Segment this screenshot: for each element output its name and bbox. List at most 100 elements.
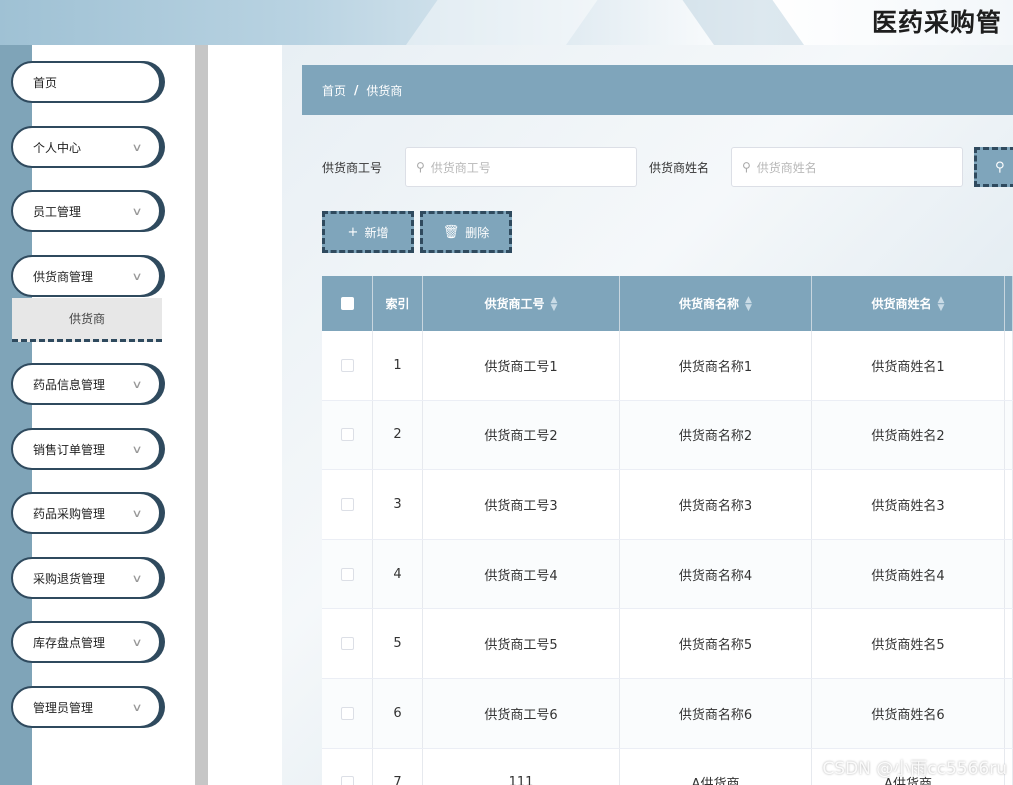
column-header-supplier-name[interactable]: 供货商姓名 ▲ ▼ xyxy=(812,276,1005,331)
cell-supplier-name: 供货商姓名4 xyxy=(812,539,1005,609)
table-row[interactable]: 2 供货商工号2 供货商名称2 供货商姓名2 xyxy=(322,400,1013,471)
chevron-down-icon[interactable]: ∨ xyxy=(131,507,142,520)
cell-overflow xyxy=(1005,470,1013,539)
chevron-down-icon[interactable]: ∨ xyxy=(131,270,142,283)
chevron-down-icon[interactable]: ∨ xyxy=(131,378,142,391)
row-select-cell[interactable] xyxy=(322,748,373,785)
column-header-supplier-id[interactable]: 供货商工号 ▲ ▼ xyxy=(423,276,620,331)
cell-overflow xyxy=(1005,609,1013,678)
search-row: 供货商工号 ⚲ 供货商工号 供货商姓名 ⚲ 供货商姓名 ⚲ xyxy=(322,147,1013,187)
sort-icon[interactable]: ▲ ▼ xyxy=(551,295,558,312)
cell-index: 4 xyxy=(373,539,423,609)
table-row[interactable]: 6 供货商工号6 供货商名称6 供货商姓名6 xyxy=(322,678,1013,749)
chevron-down-icon[interactable]: ∨ xyxy=(131,141,142,154)
cell-supplier-name: 供货商姓名3 xyxy=(812,470,1005,539)
sidebar-item-label: 药品采购管理 xyxy=(33,506,106,521)
chevron-down-icon[interactable]: ∨ xyxy=(131,701,142,714)
breadcrumb-current: 供货商 xyxy=(366,83,403,98)
sidebar-item[interactable]: 药品采购管理 ∨ xyxy=(11,492,161,534)
cell-supplier-name: 供货商姓名5 xyxy=(812,609,1005,678)
sidebar-item[interactable]: 供货商管理 ∨ xyxy=(11,255,161,297)
sidebar-item[interactable]: 管理员管理 ∨ xyxy=(11,686,161,728)
row-checkbox[interactable] xyxy=(340,428,354,442)
table-header: 索引 供货商工号 ▲ ▼ 供货商名称 ▲ ▼ 供货商姓名 ▲ ▼ xyxy=(322,276,1013,331)
table-row[interactable]: 5 供货商工号5 供货商名称5 供货商姓名5 xyxy=(322,609,1013,679)
row-checkbox[interactable] xyxy=(340,776,354,785)
content-gutter xyxy=(208,45,282,785)
sidebar-item[interactable]: 库存盘点管理 ∨ xyxy=(11,621,161,663)
row-checkbox[interactable] xyxy=(340,497,354,511)
sidebar-item-label: 库存盘点管理 xyxy=(33,635,106,650)
cell-overflow xyxy=(1005,539,1013,609)
cell-supplier-id: 供货商工号1 xyxy=(423,331,620,400)
cell-supplier-company: 供货商名称4 xyxy=(620,539,812,609)
row-select-cell[interactable] xyxy=(322,470,373,539)
delete-button[interactable]: 🗑 删除 xyxy=(420,211,512,253)
search-placeholder-supplier-name: 供货商姓名 xyxy=(756,160,817,175)
cell-supplier-company: A供货商 xyxy=(620,748,812,785)
row-checkbox[interactable] xyxy=(340,637,354,651)
select-all-checkbox[interactable] xyxy=(340,297,354,310)
chevron-down-icon[interactable]: ∨ xyxy=(131,443,142,456)
sidebar-item[interactable]: 药品信息管理 ∨ xyxy=(11,363,161,405)
row-select-cell[interactable] xyxy=(322,678,373,748)
row-select-cell[interactable] xyxy=(322,400,373,470)
sort-icon[interactable]: ▲ ▼ xyxy=(938,295,945,312)
cell-supplier-company: 供货商名称1 xyxy=(620,331,812,400)
search-icon: ⚲ xyxy=(416,160,425,174)
cell-index: 7 xyxy=(373,748,423,785)
plus-icon: + xyxy=(347,224,359,240)
search-input-supplier-id[interactable]: ⚲ 供货商工号 xyxy=(405,147,637,187)
sidebar-item[interactable]: 首页 xyxy=(11,61,161,103)
cell-index: 2 xyxy=(373,400,423,470)
chevron-down-icon[interactable]: ∨ xyxy=(131,636,142,649)
supplier-table: 索引 供货商工号 ▲ ▼ 供货商名称 ▲ ▼ 供货商姓名 ▲ ▼ 1 供货商工号1 供货商… xyxy=(322,276,1013,785)
cell-supplier-company: 供货商名称2 xyxy=(620,400,812,470)
search-button[interactable]: ⚲ xyxy=(974,147,1013,187)
search-input-supplier-name[interactable]: ⚲ 供货商姓名 xyxy=(731,147,963,187)
sidebar-item[interactable]: 个人中心 ∨ xyxy=(11,126,161,168)
column-header-label: 供货商姓名 xyxy=(871,297,932,311)
table-row[interactable]: 1 供货商工号1 供货商名称1 供货商姓名1 xyxy=(322,331,1013,401)
table-row[interactable]: 4 供货商工号4 供货商名称4 供货商姓名4 xyxy=(322,539,1013,610)
sidebar-item[interactable]: 采购退货管理 ∨ xyxy=(11,557,161,599)
row-checkbox[interactable] xyxy=(340,567,354,581)
chevron-down-icon[interactable]: ∨ xyxy=(131,572,142,585)
search-placeholder-supplier-id: 供货商工号 xyxy=(430,160,491,175)
row-select-cell[interactable] xyxy=(322,331,373,400)
column-header-label: 供货商名称 xyxy=(679,297,740,311)
sidebar-item-label: 供货商管理 xyxy=(33,269,94,284)
cell-index: 1 xyxy=(373,331,423,400)
sidebar-subitem-supplier[interactable]: 供货商 xyxy=(12,298,162,342)
row-checkbox[interactable] xyxy=(340,706,354,720)
chevron-down-icon[interactable]: ∨ xyxy=(131,205,142,218)
search-icon: ⚲ xyxy=(995,159,1005,175)
cell-supplier-name: 供货商姓名1 xyxy=(812,331,1005,400)
sort-icon[interactable]: ▲ ▼ xyxy=(745,295,752,312)
sidebar-item-label: 管理员管理 xyxy=(33,700,94,715)
add-button-label: 新增 xyxy=(364,225,389,240)
row-select-cell[interactable] xyxy=(322,609,373,678)
breadcrumb: 首页 / 供货商 xyxy=(302,65,1013,115)
delete-button-label: 删除 xyxy=(465,225,490,240)
row-select-cell[interactable] xyxy=(322,539,373,609)
sidebar-item[interactable]: 销售订单管理 ∨ xyxy=(11,428,161,470)
table-body: 1 供货商工号1 供货商名称1 供货商姓名1 2 供货商工号2 供货商名称2 供货商姓名2 3 供… xyxy=(322,331,1013,785)
cell-supplier-id: 供货商工号3 xyxy=(423,470,620,539)
sidebar-item-label: 个人中心 xyxy=(33,140,82,155)
add-button[interactable]: + 新增 xyxy=(322,211,414,253)
column-header-supplier-company[interactable]: 供货商名称 ▲ ▼ xyxy=(620,276,812,331)
row-checkbox[interactable] xyxy=(340,358,354,372)
header-select-all[interactable] xyxy=(322,276,373,331)
search-label-supplier-id: 供货商工号 xyxy=(322,161,383,175)
table-row[interactable]: 3 供货商工号3 供货商名称3 供货商姓名3 xyxy=(322,470,1013,540)
sidebar-item-label: 采购退货管理 xyxy=(33,571,106,586)
cell-supplier-company: 供货商名称6 xyxy=(620,678,812,748)
sidebar: 首页 个人中心 ∨ 员工管理 ∨ 供货商管理 ∨ 药品信息管理 ∨ 销售订单管理 ∨ 药品采购管理 ∨ 采… xyxy=(0,45,195,785)
sidebar-item[interactable]: 员工管理 ∨ xyxy=(11,190,161,232)
breadcrumb-home[interactable]: 首页 xyxy=(322,82,346,99)
sidebar-scrollbar[interactable] xyxy=(195,45,208,785)
cell-index: 3 xyxy=(373,470,423,539)
cell-overflow xyxy=(1005,331,1013,400)
cell-overflow xyxy=(1005,400,1013,470)
